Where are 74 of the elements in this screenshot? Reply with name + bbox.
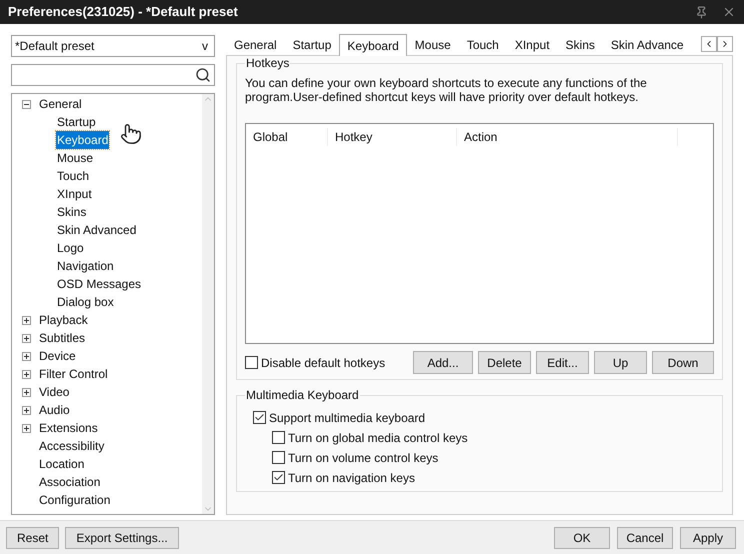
group-title: Multimedia Keyboard bbox=[245, 388, 360, 403]
tree-item[interactable]: OSD Messages bbox=[56, 275, 142, 293]
collapse-icon[interactable] bbox=[22, 100, 31, 108]
checkbox[interactable] bbox=[272, 431, 285, 444]
footer-button[interactable]: Cancel bbox=[617, 526, 673, 548]
tree-item[interactable]: General bbox=[38, 95, 83, 113]
column-header[interactable]: Action bbox=[457, 128, 678, 146]
hotkey-list[interactable]: Global Hotkey Action bbox=[245, 123, 714, 344]
tree-item[interactable]: Logo bbox=[56, 239, 85, 257]
checkbox-label[interactable]: Support multimedia keyboard bbox=[269, 408, 426, 426]
tree-item[interactable]: XInput bbox=[56, 185, 93, 203]
footer-button[interactable]: Reset bbox=[6, 526, 60, 548]
checkbox[interactable] bbox=[272, 451, 285, 464]
expand-icon[interactable] bbox=[22, 370, 31, 378]
tab[interactable]: Keyboard bbox=[339, 34, 407, 56]
checkbox[interactable] bbox=[272, 471, 285, 484]
tree-item[interactable]: Subtitles bbox=[38, 329, 86, 347]
action-button[interactable]: Add... bbox=[413, 351, 473, 374]
checkbox-label[interactable]: Turn on global media control keys bbox=[288, 428, 468, 446]
tab[interactable]: XInput bbox=[506, 35, 558, 55]
checkbox-label[interactable]: Disable default hotkeys bbox=[261, 354, 386, 372]
tree-item[interactable]: Configuration bbox=[38, 491, 112, 509]
expand-icon[interactable] bbox=[22, 334, 31, 342]
tab[interactable]: Startup bbox=[284, 35, 340, 55]
footer-button[interactable]: Apply bbox=[680, 526, 736, 548]
tree-item[interactable]: Navigation bbox=[56, 257, 115, 275]
action-button[interactable]: Up bbox=[594, 351, 647, 374]
tree-item[interactable]: Startup bbox=[56, 113, 97, 131]
window-title: Preferences(231025) - *Default preset bbox=[8, 3, 238, 22]
column-header[interactable]: Global bbox=[246, 128, 328, 146]
checkbox[interactable] bbox=[245, 356, 258, 369]
tree-item[interactable]: Extensions bbox=[38, 419, 99, 437]
tree-item[interactable]: Accessibility bbox=[38, 437, 106, 455]
checkbox-label[interactable]: Turn on navigation keys bbox=[288, 468, 415, 486]
search-icon[interactable] bbox=[195, 67, 211, 83]
pin-icon[interactable] bbox=[695, 6, 708, 18]
search-field[interactable] bbox=[11, 64, 215, 86]
tree-item[interactable]: Skins bbox=[56, 203, 88, 221]
tab[interactable]: Skins bbox=[558, 35, 603, 55]
tab[interactable]: Mouse bbox=[406, 35, 459, 55]
tree-item[interactable]: Device bbox=[38, 347, 77, 365]
action-button[interactable]: Edit... bbox=[536, 351, 589, 374]
expand-icon[interactable] bbox=[22, 424, 31, 432]
preset-dropdown[interactable]: *Default preset v bbox=[11, 35, 215, 57]
footer-button[interactable]: Export Settings... bbox=[65, 526, 179, 548]
tab[interactable]: General bbox=[226, 35, 285, 55]
tab[interactable]: Touch bbox=[458, 35, 507, 55]
expand-icon[interactable] bbox=[22, 406, 31, 414]
checkbox-label[interactable]: Turn on volume control keys bbox=[288, 448, 438, 466]
column-header[interactable]: Hotkey bbox=[328, 128, 457, 146]
tab[interactable]: Skin Advance bbox=[602, 35, 692, 55]
tree-item[interactable]: Skin Advanced bbox=[56, 221, 138, 239]
description-text: You can define your own keyboard shortcuts to execute any functions of the program.User-defined shortcut keys will have priority over default hotkeys. bbox=[245, 76, 648, 104]
hand-pointer-icon bbox=[120, 123, 142, 145]
action-button[interactable]: Down bbox=[652, 351, 714, 374]
tree-item[interactable]: Association bbox=[38, 473, 102, 491]
action-button[interactable]: Delete bbox=[478, 351, 531, 374]
tree-item[interactable]: Audio bbox=[38, 401, 71, 419]
close-icon[interactable] bbox=[722, 5, 736, 19]
footer-button[interactable]: OK bbox=[554, 526, 610, 548]
expand-icon[interactable] bbox=[22, 388, 31, 396]
expand-icon[interactable] bbox=[22, 316, 31, 324]
tree-item[interactable]: Video bbox=[38, 383, 70, 401]
tree-item[interactable]: Location bbox=[38, 455, 86, 473]
tree-item[interactable]: Dialog box bbox=[56, 293, 115, 311]
tree-item[interactable]: Keyboard bbox=[56, 131, 110, 149]
group-title: Hotkeys bbox=[245, 56, 290, 71]
tree-item[interactable]: Mouse bbox=[56, 149, 94, 167]
expand-icon[interactable] bbox=[22, 352, 31, 360]
tree-item[interactable]: Playback bbox=[38, 311, 89, 329]
caret-icon: v bbox=[202, 37, 208, 55]
checkbox[interactable] bbox=[253, 411, 266, 424]
tree-item[interactable]: Filter Control bbox=[38, 365, 109, 383]
tree-item[interactable]: Touch bbox=[56, 167, 90, 185]
